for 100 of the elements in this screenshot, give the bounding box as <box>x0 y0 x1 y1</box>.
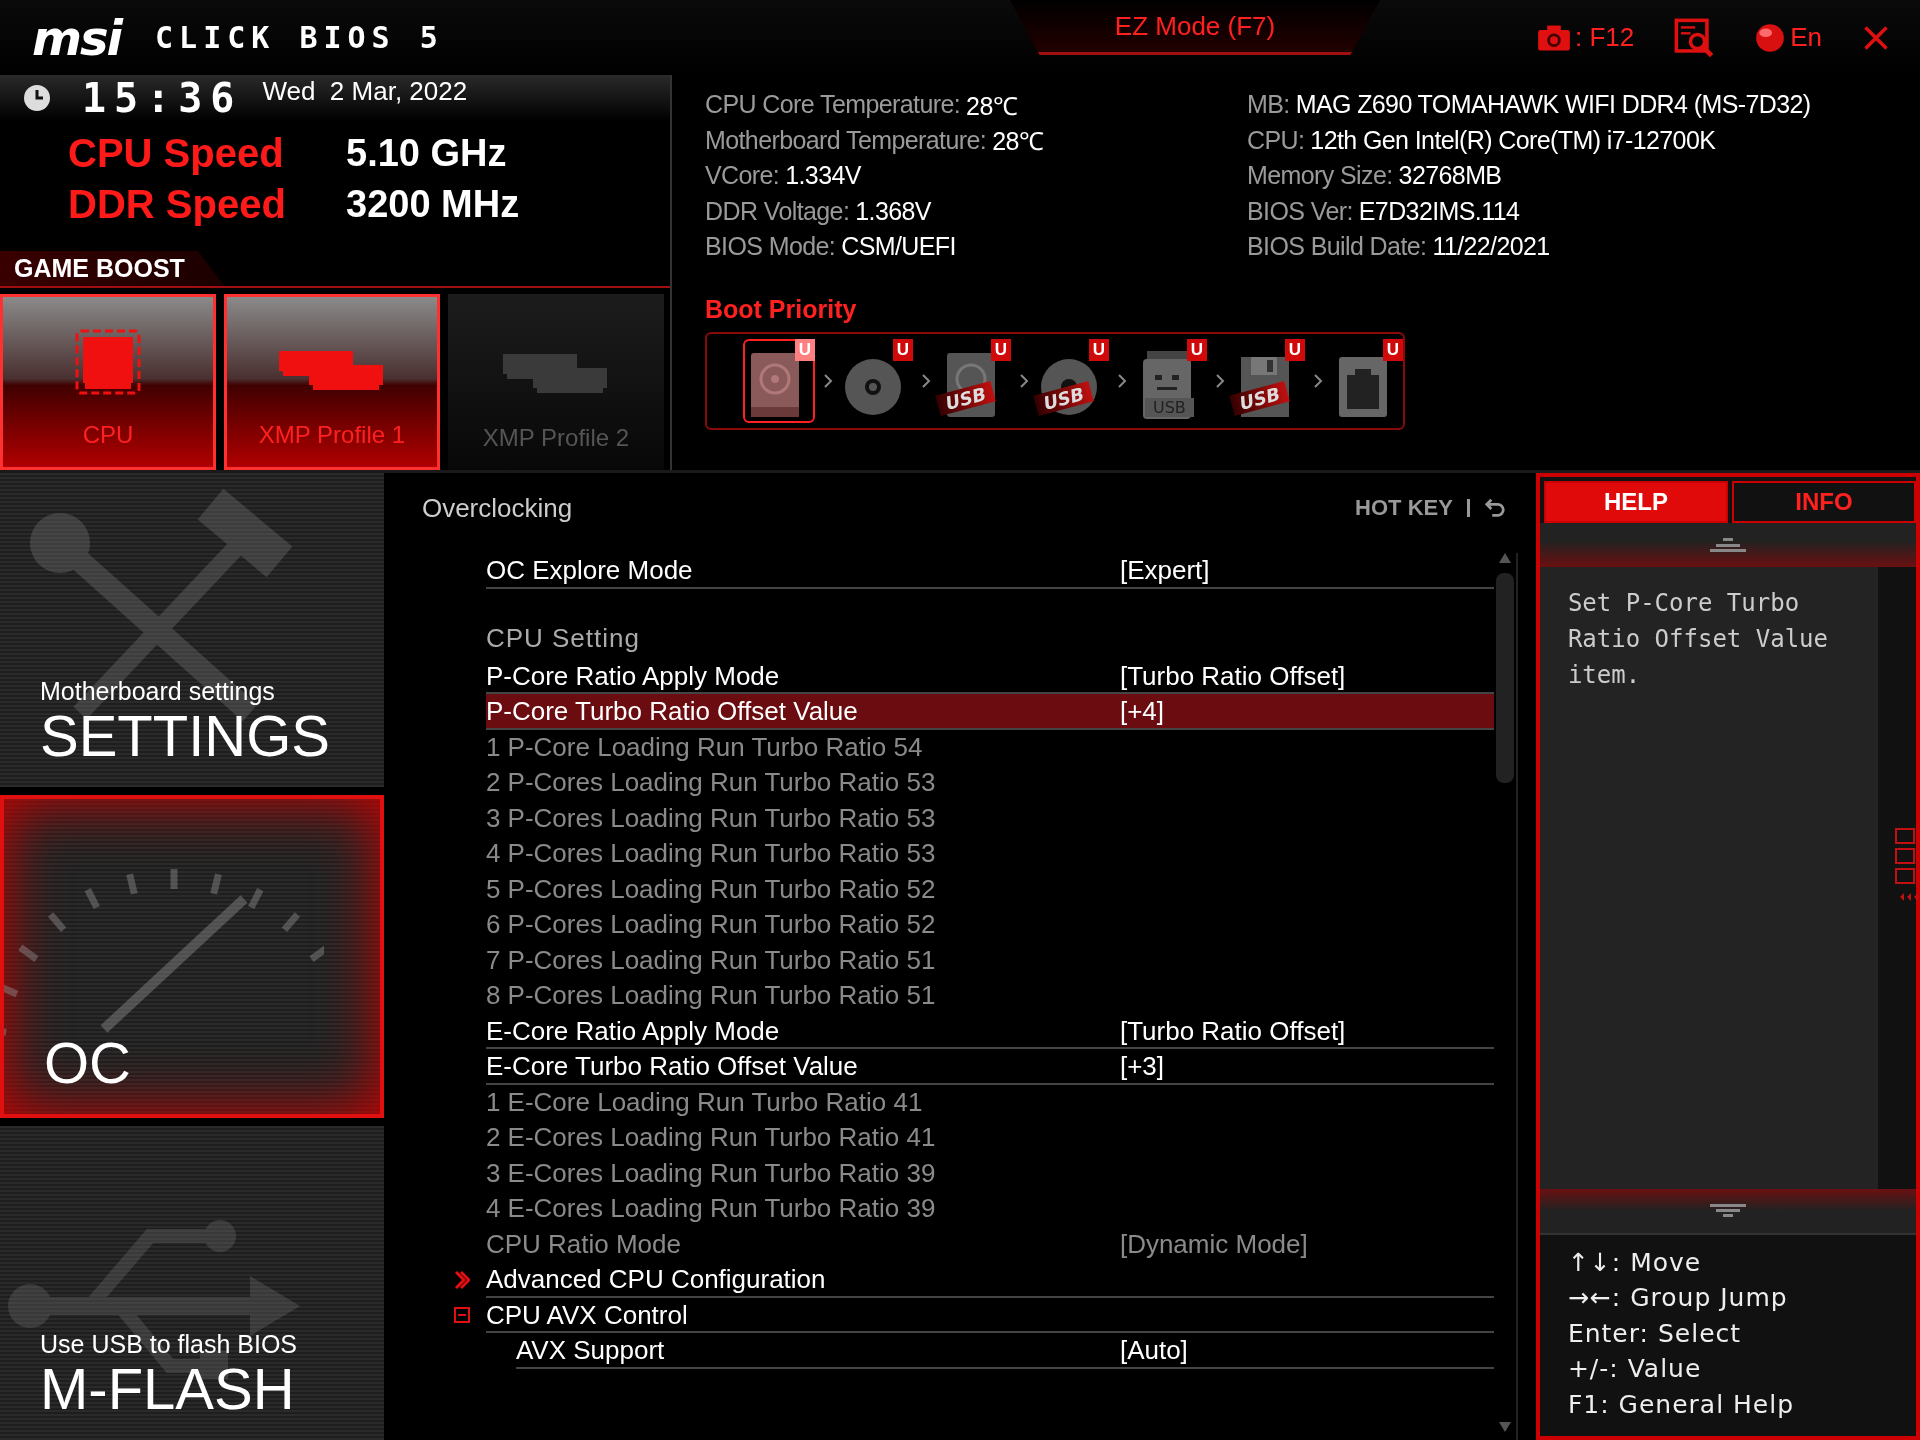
boot-priority-title: Boot Priority <box>705 294 857 324</box>
speed-value: 3200 MHz <box>346 183 520 226</box>
info-label: Memory Size: <box>1247 161 1393 191</box>
scroll-up-icon[interactable] <box>1707 537 1748 553</box>
clock-icon <box>22 83 52 113</box>
setting-value: [Auto] <box>1119 1335 1188 1367</box>
uefi-badge: U <box>1383 338 1403 361</box>
scrollbar[interactable] <box>1493 553 1518 1440</box>
boot-device[interactable]: U <box>841 338 913 423</box>
boot-device[interactable]: U <box>1331 338 1403 423</box>
back-icon[interactable] <box>1483 497 1506 519</box>
setting-label: OC Explore Mode <box>485 555 694 587</box>
setting-label: CPU Setting <box>485 623 641 654</box>
setting-label: 6 P-Cores Loading Run Turbo Ratio 52 <box>485 909 937 941</box>
info-value: 12th Gen Intel(R) Core(TM) i7-12700K <box>1310 125 1716 155</box>
submenu-arrow-icon <box>453 1269 470 1290</box>
hot-key-button[interactable]: HOT KEY <box>1355 495 1453 521</box>
setting-label: 4 P-Cores Loading Run Turbo Ratio 53 <box>485 838 937 870</box>
setting-value: [Expert] <box>1119 555 1210 587</box>
setting-row[interactable]: OC Explore Mode [Expert] <box>453 553 1494 589</box>
setting-row[interactable]: Advanced CPU Configuration <box>453 1262 1494 1298</box>
setting-label: 5 P-Cores Loading Run Turbo Ratio 52 <box>485 873 937 905</box>
search-icon[interactable] <box>1674 17 1715 58</box>
setting-value: [Turbo Ratio Offset] <box>1119 1015 1346 1047</box>
info-value: MAG Z690 TOMAHAWK WIFI DDR4 (MS-7D32) <box>1295 90 1811 120</box>
app-title: CLICK BIOS 5 <box>155 20 444 55</box>
key-hint: ↑↓: Move <box>1567 1246 1703 1279</box>
uefi-badge: U <box>1187 338 1207 361</box>
help-tab[interactable]: INFO <box>1731 481 1916 523</box>
camera-icon[interactable] <box>1536 23 1571 52</box>
info-value: 1.334V <box>785 161 861 191</box>
speed-label: CPU Speed <box>68 131 285 176</box>
uefi-badge: U <box>1089 338 1109 361</box>
setting-value: [+3] <box>1119 1051 1164 1083</box>
language-label[interactable]: En <box>1790 22 1822 53</box>
scrollbar-thumb[interactable] <box>1495 573 1514 783</box>
info-label: BIOS Mode: <box>705 232 836 262</box>
chevron-icon <box>1019 372 1029 389</box>
cpu-chip-icon <box>73 327 143 397</box>
chevron-icon <box>1313 372 1323 389</box>
help-tab[interactable]: HELP <box>1543 481 1728 523</box>
help-text: Set P-Core Turbo Ratio Offset Value item. <box>1539 567 1878 1189</box>
setting-row[interactable]: CPU AVX Control <box>453 1297 1494 1333</box>
info-value: 28℃ <box>966 90 1018 122</box>
msi-logo: msi <box>32 9 122 66</box>
info-label: CPU: <box>1247 125 1305 155</box>
setting-row[interactable]: AVX Support [Auto] <box>453 1333 1494 1369</box>
chevron-icon <box>823 372 833 389</box>
key-hint: →←: Group Jump <box>1567 1282 1789 1314</box>
setting-row[interactable]: E-Core Ratio Apply Mode [Turbo Ratio Offset] <box>453 1013 1494 1049</box>
setting-label: 3 E-Cores Loading Run Turbo Ratio 39 <box>485 1157 937 1189</box>
info-value: 28℃ <box>992 126 1044 158</box>
chevron-icon <box>1215 372 1225 389</box>
uefi-badge: U <box>991 338 1011 361</box>
info-label: MB: <box>1247 90 1290 120</box>
setting-label: E-Core Ratio Apply Mode <box>485 1015 781 1047</box>
close-icon[interactable] <box>1862 23 1890 52</box>
uefi-badge: U <box>893 338 913 361</box>
uefi-badge: U <box>795 338 815 361</box>
info-value: CSM/UEFI <box>841 232 956 262</box>
collapse-icon[interactable] <box>453 1307 470 1324</box>
info-label: DDR Voltage: <box>705 196 850 226</box>
info-label: BIOS Build Date: <box>1247 232 1427 262</box>
speed-label: DDR Speed <box>68 182 287 227</box>
info-label: BIOS Ver: <box>1247 196 1353 226</box>
sidebar-title: OC <box>44 1032 131 1094</box>
info-label: CPU Core Temperature: <box>705 90 961 120</box>
setting-label: 7 P-Cores Loading Run Turbo Ratio 51 <box>485 944 937 976</box>
uefi-badge: U <box>1285 338 1305 361</box>
setting-row[interactable]: P-Core Ratio Apply Mode [Turbo Ratio Offset] <box>453 658 1494 694</box>
setting-label: CPU Ratio Mode <box>485 1228 682 1260</box>
tile-label: XMP Profile 2 <box>482 424 630 452</box>
setting-label: 2 E-Cores Loading Run Turbo Ratio 41 <box>485 1122 937 1154</box>
setting-label: E-Core Turbo Ratio Offset Value <box>485 1051 859 1083</box>
page-title: Overclocking <box>421 492 573 524</box>
setting-label: CPU AVX Control <box>485 1299 689 1331</box>
setting-label: 1 E-Core Loading Run Turbo Ratio 41 <box>485 1086 924 1118</box>
setting-value: [Turbo Ratio Offset] <box>1119 660 1346 692</box>
setting-label: 8 P-Cores Loading Run Turbo Ratio 51 <box>485 980 937 1012</box>
chevron-icon <box>921 372 931 389</box>
info-value: 1.368V <box>855 196 931 226</box>
scroll-up-arrow-icon[interactable] <box>1498 553 1511 563</box>
setting-label: 4 E-Cores Loading Run Turbo Ratio 39 <box>485 1193 937 1225</box>
key-hint: Enter: Select <box>1567 1317 1743 1350</box>
ez-mode-button[interactable]: EZ Mode (F7) <box>1010 0 1380 55</box>
setting-value: [Dynamic Mode] <box>1119 1228 1308 1260</box>
sidebar-tile[interactable]: OC <box>0 795 384 1118</box>
tile-label: CPU <box>82 421 134 449</box>
setting-label: P-Core Ratio Apply Mode <box>485 660 781 692</box>
sidebar-tile[interactable]: Motherboard settings SETTINGS <box>0 473 384 788</box>
setting-row[interactable]: E-Core Turbo Ratio Offset Value [+3] <box>453 1049 1494 1085</box>
sidebar-tile[interactable]: Use USB to flash BIOS M-FLASH <box>0 1125 384 1440</box>
setting-label: 3 P-Cores Loading Run Turbo Ratio 53 <box>485 802 937 834</box>
scroll-down-icon[interactable] <box>1707 1202 1748 1219</box>
scroll-down-arrow-icon[interactable] <box>1498 1422 1511 1432</box>
info-label: VCore: <box>705 161 780 191</box>
clock-time: 15:36 <box>82 75 243 121</box>
screenshot-key-label: : F12 <box>1574 22 1635 53</box>
globe-icon[interactable] <box>1754 21 1787 54</box>
game-boost-label: GAME BOOST <box>0 251 225 286</box>
